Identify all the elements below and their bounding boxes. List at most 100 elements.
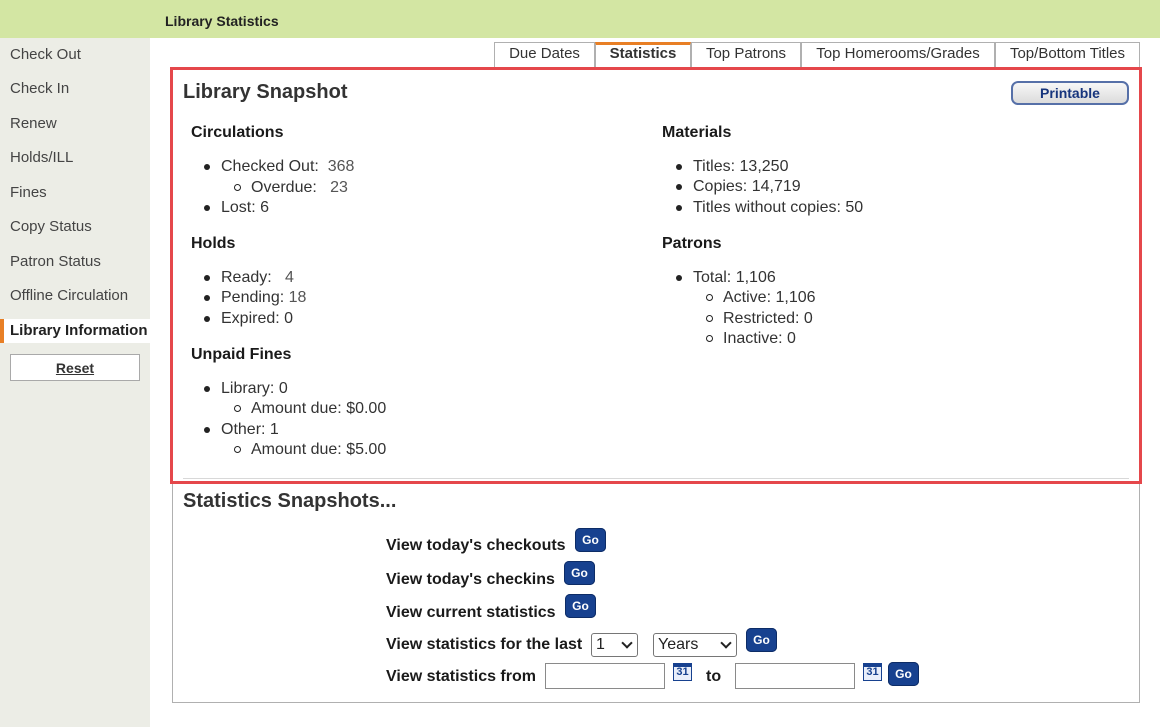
tab-statistics[interactable]: Statistics: [595, 42, 691, 67]
library-snapshot-title: Library Snapshot: [183, 81, 348, 103]
circle-bullet-icon: [234, 184, 241, 191]
pending-label: Pending:: [221, 289, 285, 306]
checked-out-stat: Checked Out: 368: [221, 158, 354, 176]
period-unit-value: Years: [658, 636, 699, 653]
expired-label: Expired:: [221, 310, 280, 327]
sidebar-item-holds-ill[interactable]: Holds/ILL: [10, 149, 73, 166]
today-checkins-label: View today's checkins: [386, 571, 555, 588]
go-date-range-button[interactable]: Go: [888, 662, 919, 686]
bullet-icon: [204, 275, 210, 281]
sidebar-item-fines[interactable]: Fines: [10, 184, 47, 201]
other-fines-value: 1: [269, 421, 279, 438]
titles-value: 13,250: [739, 158, 789, 175]
other-fines-stat: Other: 1: [221, 421, 279, 439]
restricted-patrons-label: Restricted:: [723, 310, 800, 327]
library-fines-label: Library:: [221, 380, 275, 397]
go-today-checkins-button[interactable]: Go: [564, 561, 595, 585]
sidebar-item-check-out[interactable]: Check Out: [10, 46, 81, 63]
sidebar-item-library-information[interactable]: Library Information: [0, 319, 150, 343]
tab-top-patrons[interactable]: Top Patrons: [691, 42, 801, 67]
chevron-down-icon: [720, 637, 732, 649]
statistics-last-label: View statistics for the last: [386, 636, 583, 653]
sidebar-item-check-in[interactable]: Check In: [10, 80, 69, 97]
chevron-down-icon: [621, 637, 633, 649]
overdue-label: Overdue:: [251, 179, 317, 196]
sidebar: Check Out Check In Renew Holds/ILL Fines…: [0, 38, 150, 727]
go-current-statistics-button[interactable]: Go: [565, 594, 596, 618]
pending-value: 18: [288, 289, 307, 306]
to-date-input[interactable]: [735, 663, 855, 689]
statistics-from-label: View statistics from: [386, 668, 536, 685]
active-patrons-stat: Active: 1,106: [723, 289, 816, 307]
holds-heading: Holds: [191, 235, 236, 252]
library-amount-stat: Amount due: $0.00: [251, 400, 386, 418]
other-fines-label: Other:: [221, 421, 266, 438]
ready-stat: Ready: 4: [221, 269, 294, 287]
library-fines-value: 0: [278, 380, 288, 397]
circle-bullet-icon: [706, 294, 713, 301]
calendar-icon[interactable]: 31: [673, 663, 692, 681]
titles-label: Titles:: [693, 158, 736, 175]
library-amount-label: Amount due:: [251, 400, 342, 417]
patrons-heading: Patrons: [662, 235, 722, 252]
period-count-value: 1: [596, 636, 605, 653]
active-patrons-label: Active:: [723, 289, 772, 306]
header-bar: Library Statistics: [0, 0, 1160, 38]
sidebar-item-copy-status[interactable]: Copy Status: [10, 218, 92, 235]
inactive-patrons-value: 0: [787, 330, 796, 347]
copies-label: Copies:: [693, 178, 748, 195]
overdue-stat: Overdue: 23: [251, 179, 348, 197]
lost-value: 6: [260, 199, 270, 216]
period-count-select[interactable]: 1: [591, 633, 638, 657]
ready-value: 4: [285, 269, 294, 286]
reset-button[interactable]: Reset: [10, 354, 140, 381]
restricted-patrons-stat: Restricted: 0: [723, 310, 813, 328]
calendar-icon[interactable]: 31: [863, 663, 882, 681]
go-period-button[interactable]: Go: [746, 628, 777, 652]
circulations-heading: Circulations: [191, 124, 284, 141]
printable-button[interactable]: Printable: [1011, 81, 1129, 105]
circle-bullet-icon: [234, 446, 241, 453]
other-amount-stat: Amount due: $5.00: [251, 441, 386, 459]
sidebar-item-offline-circulation[interactable]: Offline Circulation: [10, 287, 128, 304]
circle-bullet-icon: [234, 405, 241, 412]
materials-heading: Materials: [662, 124, 732, 141]
titles-without-copies-stat: Titles without copies: 50: [693, 199, 863, 217]
from-date-input[interactable]: [545, 663, 665, 689]
today-checkouts-label: View today's checkouts: [386, 537, 566, 554]
inactive-patrons-stat: Inactive: 0: [723, 330, 796, 348]
go-today-checkouts-button[interactable]: Go: [575, 528, 606, 552]
to-label: to: [706, 668, 722, 685]
pending-stat: Pending: 18: [221, 289, 306, 307]
current-statistics-label: View current statistics: [386, 604, 556, 621]
lost-label: Lost:: [221, 199, 256, 216]
overdue-value: 23: [330, 179, 348, 196]
period-unit-select[interactable]: Years: [653, 633, 737, 657]
lost-stat: Lost: 6: [221, 199, 269, 217]
titles-stat: Titles: 13,250: [693, 158, 788, 176]
tab-top-bottom-titles[interactable]: Top/Bottom Titles: [995, 42, 1140, 67]
restricted-patrons-value: 0: [803, 310, 813, 327]
inactive-patrons-label: Inactive:: [723, 330, 783, 347]
total-patrons-label: Total:: [693, 269, 732, 286]
tab-divider: [172, 67, 1140, 68]
tab-top-homerooms-grades[interactable]: Top Homerooms/Grades: [801, 42, 995, 67]
unpaid-fines-heading: Unpaid Fines: [191, 346, 292, 363]
copies-value: 14,719: [751, 178, 801, 195]
bullet-icon: [204, 386, 210, 392]
expired-value: 0: [284, 310, 294, 327]
active-patrons-value: 1,106: [775, 289, 816, 306]
page-title: Library Statistics: [165, 13, 279, 29]
bullet-icon: [204, 427, 210, 433]
bullet-icon: [204, 295, 210, 301]
sidebar-item-patron-status[interactable]: Patron Status: [10, 253, 101, 270]
sidebar-item-renew[interactable]: Renew: [10, 115, 57, 132]
copies-stat: Copies: 14,719: [693, 178, 801, 196]
total-patrons-stat: Total: 1,106: [693, 269, 776, 287]
other-amount-value: $5.00: [346, 441, 387, 458]
bullet-icon: [204, 316, 210, 322]
bullet-icon: [204, 164, 210, 170]
titles-without-copies-value: 50: [845, 199, 864, 216]
circle-bullet-icon: [706, 335, 713, 342]
tab-due-dates[interactable]: Due Dates: [494, 42, 595, 67]
